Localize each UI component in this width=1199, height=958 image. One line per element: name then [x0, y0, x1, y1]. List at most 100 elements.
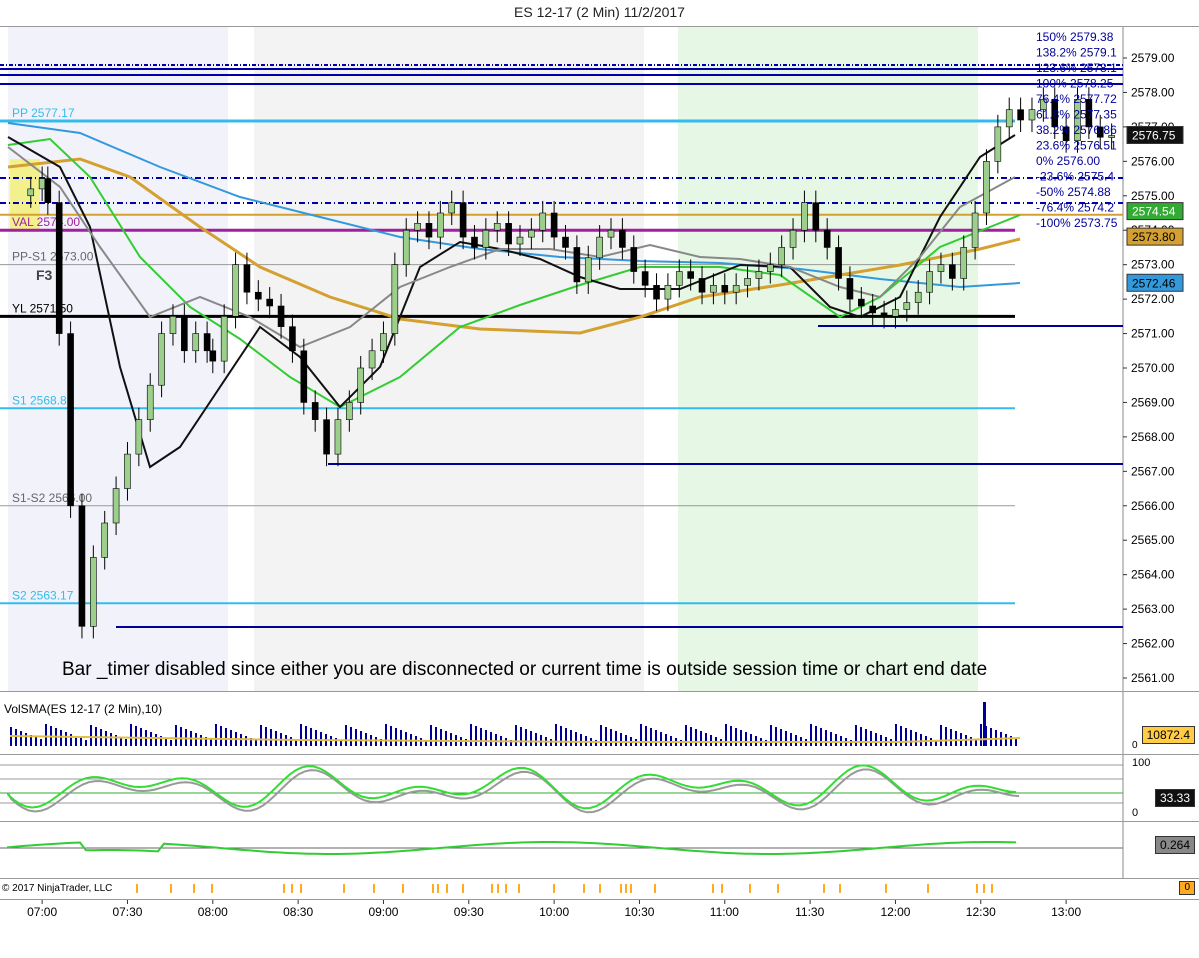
- y-tick-label: 2563.00: [1131, 602, 1175, 616]
- volume-bar: [700, 731, 702, 746]
- volume-bar: [920, 734, 922, 746]
- candle-body: [789, 229, 797, 248]
- x-tick-label: 09:30: [454, 905, 484, 919]
- fib-label: -76.4% 2574.2: [1036, 201, 1114, 215]
- volume-bar: [165, 738, 167, 746]
- candle-body: [414, 223, 421, 231]
- candle-body: [391, 264, 399, 334]
- volume-bar: [180, 727, 182, 746]
- volume-bar: [980, 724, 982, 746]
- stoch-fast-line: [7, 764, 1017, 810]
- fib-label: 0% 2576.00: [1036, 154, 1100, 168]
- session-marker: [654, 884, 656, 893]
- volume-bar: [1005, 734, 1007, 746]
- volume-bar: [405, 732, 407, 746]
- volume-bar: [540, 735, 542, 746]
- volume-bar: [565, 728, 567, 746]
- volume-bar: [135, 726, 137, 746]
- volume-panel[interactable]: VolSMA(ES 12-17 (2 Min),10) 10872.4 0: [0, 691, 1199, 754]
- volume-bar: [220, 726, 222, 746]
- volume-bar: [705, 733, 707, 746]
- candle-body: [801, 202, 808, 231]
- level-label-val: VAL 2574.00: [12, 215, 80, 229]
- candle-body: [516, 236, 524, 245]
- volume-bar: [645, 726, 647, 746]
- candle-body: [562, 236, 569, 248]
- candle-body: [232, 264, 239, 317]
- marker-chart: [136, 884, 993, 893]
- x-tick-label: 07:00: [27, 905, 57, 919]
- volume-bar: [790, 733, 792, 746]
- candle-body: [90, 557, 97, 627]
- volume-bar: [870, 731, 872, 746]
- volume-bar: [210, 739, 212, 746]
- session-marker: [983, 884, 985, 893]
- y-tick-label: 2576.00: [1131, 154, 1175, 168]
- y-tick-label: 2564.00: [1131, 568, 1175, 582]
- volume-bar: [70, 734, 72, 746]
- candle-body: [1028, 109, 1036, 121]
- x-tick-label: 08:30: [283, 905, 313, 919]
- marker-value-badge: 0: [1179, 881, 1195, 895]
- candle-body: [380, 333, 387, 352]
- price-chart[interactable]: 2579.002578.002577.002576.002575.002574.…: [0, 27, 1199, 691]
- candle-body: [220, 316, 228, 362]
- stoch-panel[interactable]: 100 0 33.33: [0, 754, 1199, 821]
- candle-body: [402, 229, 410, 265]
- price-panel[interactable]: 2579.002578.002577.002576.002575.002574.…: [0, 26, 1199, 691]
- x-tick-label: 10:00: [539, 905, 569, 919]
- marker-panel[interactable]: © 2017 NinjaTrader, LLC 0: [0, 878, 1199, 899]
- volume-bar: [290, 737, 292, 746]
- session-marker: [193, 884, 195, 893]
- volume-bar: [270, 729, 272, 746]
- blue-ma-badge-text: 2572.46: [1132, 276, 1176, 290]
- volume-bar: [570, 730, 572, 746]
- volume-bar: [355, 729, 357, 746]
- y-tick-label: 2569.00: [1131, 395, 1175, 409]
- volume-bar: [945, 727, 947, 746]
- y-tick-label: 2567.00: [1131, 464, 1175, 478]
- volume-bar: [860, 727, 862, 746]
- volume-bar: [395, 728, 397, 746]
- candle-body: [892, 309, 899, 317]
- volume-bar: [225, 728, 227, 746]
- volume-bar: [680, 740, 682, 746]
- volume-bar: [485, 730, 487, 746]
- candle-body: [1005, 109, 1013, 128]
- volume-bar: [475, 726, 477, 746]
- volume-bar: [450, 733, 452, 746]
- volume-bar: [745, 732, 747, 746]
- candle-body: [630, 247, 638, 272]
- stoch-chart: [0, 755, 1124, 821]
- volume-bar: [515, 725, 517, 746]
- volume-bar: [865, 729, 867, 746]
- macd-panel[interactable]: 0.264: [0, 821, 1199, 878]
- candle-body: [311, 402, 319, 420]
- candle-body: [960, 247, 968, 279]
- volume-bar: [315, 730, 317, 746]
- candle-body: [858, 298, 865, 307]
- candle-body: [192, 333, 200, 352]
- candle-body: [949, 264, 956, 279]
- candle-body: [181, 316, 188, 352]
- volume-bar: [930, 738, 932, 746]
- candle-body: [550, 212, 558, 238]
- x-tick-label: 12:00: [880, 905, 910, 919]
- volume-bar: [470, 724, 472, 746]
- volume-bar: [835, 734, 837, 746]
- volume-bar: [480, 728, 482, 746]
- candle-body: [323, 419, 330, 455]
- candle-body: [112, 488, 120, 524]
- candle-body: [44, 178, 52, 203]
- fib-label: -100% 2573.75: [1036, 216, 1118, 230]
- volume-bar: [150, 732, 152, 746]
- volume-bar: [875, 733, 877, 746]
- fib-label: 123.6% 2578.1: [1036, 61, 1117, 75]
- volume-bar: [110, 733, 112, 746]
- y-tick-label: 2570.00: [1131, 361, 1175, 375]
- volume-bar: [830, 732, 832, 746]
- candle-body: [755, 271, 763, 279]
- x-tick-label: 12:30: [966, 905, 996, 919]
- candle-body: [573, 247, 581, 283]
- y-tick-label: 2572.00: [1131, 292, 1175, 306]
